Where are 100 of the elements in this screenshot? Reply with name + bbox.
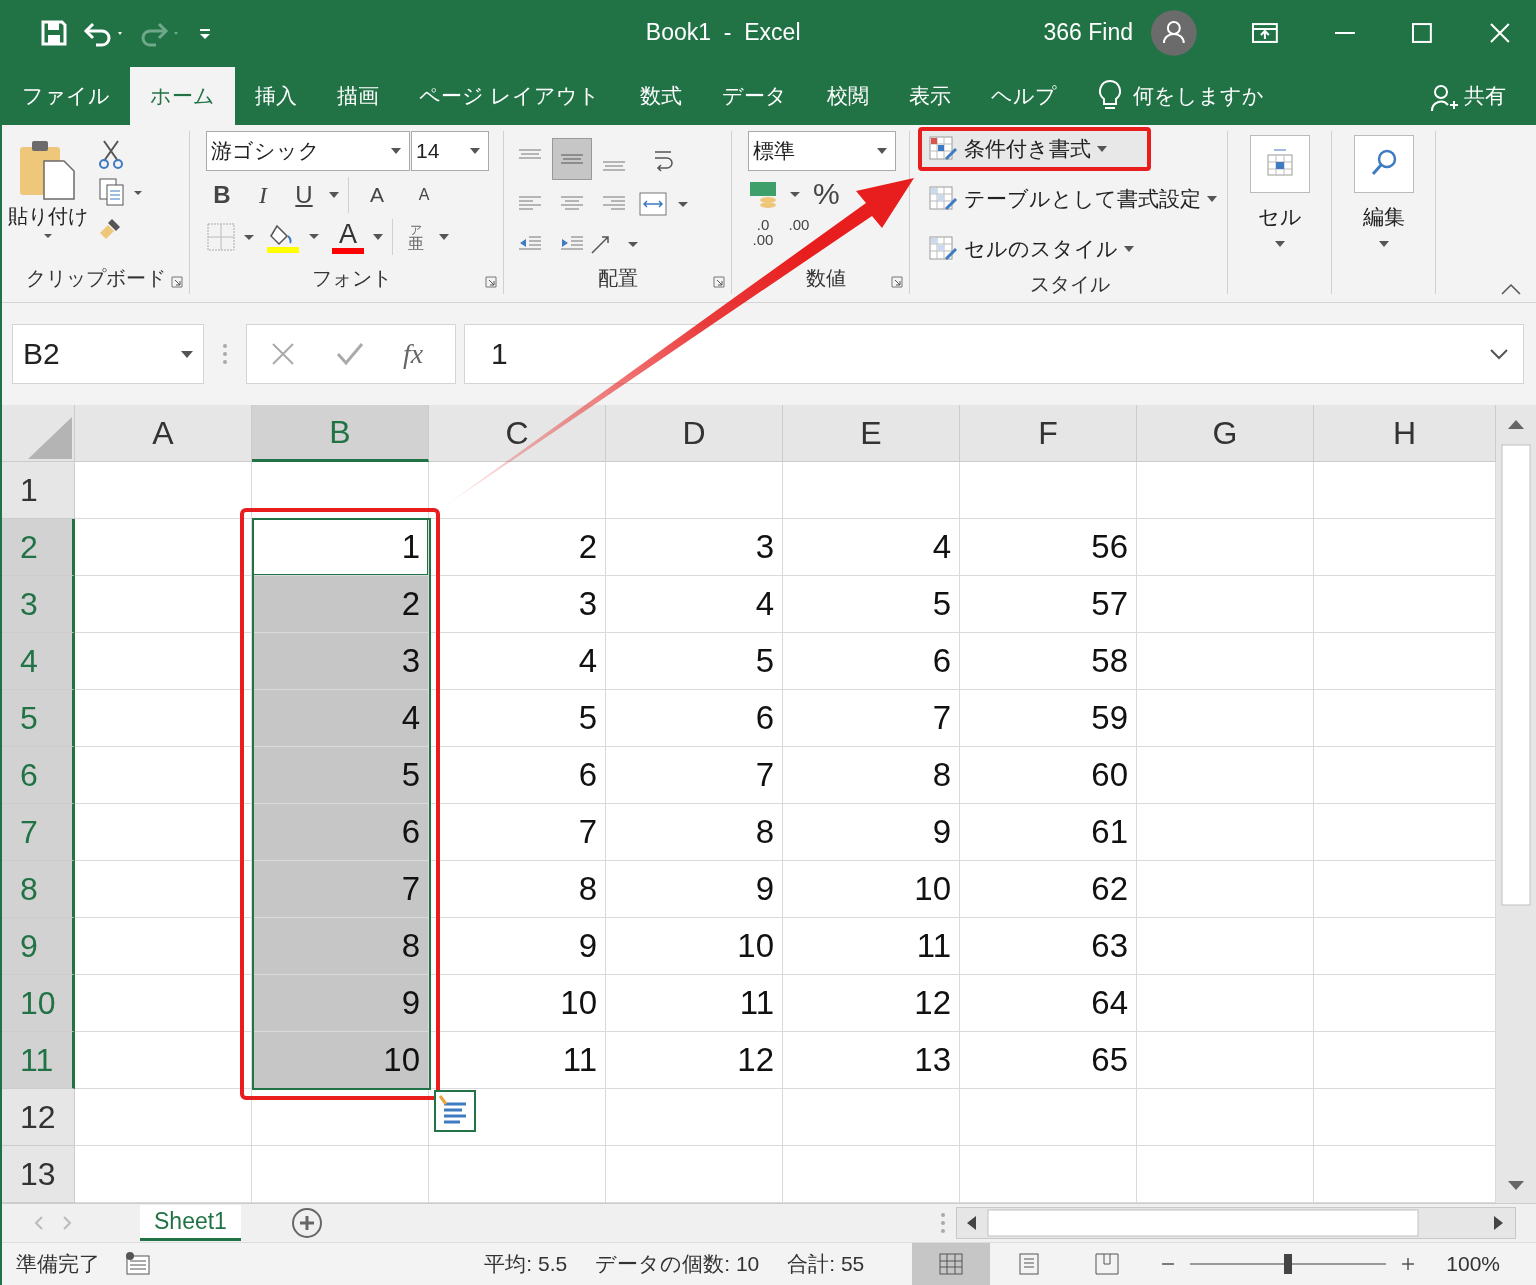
paste-button[interactable]: 貼り付け [8, 131, 88, 262]
launcher-icon[interactable] [485, 276, 497, 288]
row-header[interactable]: 1 [2, 462, 75, 519]
tell-me-field[interactable]: 何をしますか [1132, 67, 1264, 125]
table-cell[interactable]: 10 [783, 861, 960, 918]
table-cell[interactable] [1137, 861, 1314, 918]
table-cell[interactable]: 6 [252, 804, 429, 861]
maximize-icon[interactable] [1410, 20, 1435, 45]
table-cell[interactable] [1137, 1089, 1314, 1146]
column-header[interactable]: F [960, 405, 1137, 462]
table-cell[interactable]: 7 [606, 747, 783, 804]
select-all-corner[interactable] [2, 405, 75, 462]
table-cell[interactable] [960, 462, 1137, 519]
table-cell[interactable]: 3 [429, 576, 606, 633]
row-header[interactable]: 8 [2, 861, 75, 918]
column-header[interactable]: E [783, 405, 960, 462]
table-cell[interactable]: 4 [429, 633, 606, 690]
sheet-tab[interactable]: Sheet1 [140, 1205, 241, 1241]
cells-button[interactable]: セル [1249, 135, 1310, 247]
table-cell[interactable] [75, 462, 252, 519]
insert-function-button[interactable]: fx [403, 338, 424, 370]
zoom-slider-thumb[interactable] [1284, 1254, 1293, 1274]
table-cell[interactable]: 65 [960, 1032, 1137, 1089]
table-cell[interactable]: 57 [960, 576, 1137, 633]
table-cell[interactable]: 4 [606, 576, 783, 633]
font-size-dropdown[interactable]: 14 [411, 131, 489, 171]
table-cell[interactable]: 6 [429, 747, 606, 804]
table-cell[interactable]: 9 [606, 861, 783, 918]
drag-handle-icon[interactable] [222, 343, 228, 365]
phonetic-button[interactable]: ア 亜 [402, 223, 430, 251]
table-cell[interactable]: 4 [783, 519, 960, 576]
ribbon-tab[interactable]: データ [701, 67, 807, 125]
vertical-scrollbar[interactable] [1496, 405, 1536, 1203]
zoom-in-icon[interactable] [1400, 1256, 1417, 1272]
table-cell[interactable]: 8 [606, 804, 783, 861]
row-header[interactable]: 9 [2, 918, 75, 975]
align-middle-icon[interactable] [552, 137, 592, 180]
column-header[interactable]: G [1137, 405, 1314, 462]
ribbon-tab[interactable]: ページ レイアウト [399, 67, 620, 125]
table-cell[interactable]: 5 [252, 747, 429, 804]
style-menu-button[interactable]: セルのスタイル [918, 227, 1144, 271]
column-header[interactable]: B [252, 405, 429, 462]
table-cell[interactable] [75, 975, 252, 1032]
row-header[interactable]: 12 [2, 1089, 75, 1146]
table-cell[interactable] [75, 1032, 252, 1089]
table-cell[interactable]: 3 [252, 633, 429, 690]
table-cell[interactable]: 13 [783, 1032, 960, 1089]
number-format-dropdown[interactable]: 標準 [748, 131, 896, 171]
row-header[interactable]: 2 [2, 519, 75, 576]
table-cell[interactable] [1137, 747, 1314, 804]
decrease-decimal-button[interactable]: .00 [784, 217, 814, 232]
table-cell[interactable] [783, 1089, 960, 1146]
table-cell[interactable]: 8 [429, 861, 606, 918]
table-cell[interactable]: 9 [429, 918, 606, 975]
table-cell[interactable]: 5 [429, 690, 606, 747]
collapse-ribbon-icon[interactable] [1500, 282, 1522, 296]
ribbon-tab[interactable]: ファイル [2, 67, 130, 125]
table-cell[interactable]: 11 [429, 1032, 606, 1089]
table-cell[interactable]: 12 [606, 1032, 783, 1089]
text-style-button[interactable]: U [288, 181, 320, 209]
row-header[interactable]: 3 [2, 576, 75, 633]
table-cell[interactable] [1137, 576, 1314, 633]
table-cell[interactable]: 8 [252, 918, 429, 975]
table-cell[interactable]: 59 [960, 690, 1137, 747]
column-header[interactable]: D [606, 405, 783, 462]
table-cell[interactable] [75, 804, 252, 861]
table-cell[interactable] [1137, 1032, 1314, 1089]
table-cell[interactable]: 6 [606, 690, 783, 747]
style-menu-button[interactable]: テーブルとして書式設定 [918, 177, 1227, 221]
table-cell[interactable]: 7 [252, 861, 429, 918]
table-cell[interactable]: 2 [252, 576, 429, 633]
table-cell[interactable] [75, 1089, 252, 1146]
table-cell[interactable]: 3 [606, 519, 783, 576]
table-cell[interactable]: 60 [960, 747, 1137, 804]
table-cell[interactable] [75, 576, 252, 633]
font-name-dropdown[interactable]: 游ゴシック [206, 131, 410, 171]
table-cell[interactable] [1137, 975, 1314, 1032]
ribbon-tab[interactable]: 校閲 [806, 67, 889, 125]
table-cell[interactable] [252, 1089, 429, 1146]
table-cell[interactable]: 58 [960, 633, 1137, 690]
text-style-button[interactable]: B [206, 181, 238, 209]
caret-icon[interactable] [439, 234, 449, 240]
row-header[interactable]: 4 [2, 633, 75, 690]
table-cell[interactable]: 5 [606, 633, 783, 690]
table-cell[interactable]: 1 [252, 519, 429, 576]
table-cell[interactable]: 8 [783, 747, 960, 804]
table-cell[interactable] [783, 462, 960, 519]
scissors-icon[interactable] [98, 139, 124, 169]
name-box[interactable]: B2 [12, 324, 204, 384]
copy-icon[interactable] [98, 177, 144, 207]
table-cell[interactable]: 63 [960, 918, 1137, 975]
ribbon-tab[interactable]: 挿入 [235, 67, 317, 125]
table-cell[interactable]: 12 [783, 975, 960, 1032]
table-cell[interactable]: 56 [960, 519, 1137, 576]
column-header[interactable]: A [75, 405, 252, 462]
text-style-button[interactable]: I [247, 181, 279, 209]
normal-view-button[interactable] [912, 1243, 991, 1285]
table-cell[interactable]: 9 [783, 804, 960, 861]
column-header[interactable]: C [429, 405, 606, 462]
drag-handle-icon[interactable] [940, 1212, 946, 1234]
